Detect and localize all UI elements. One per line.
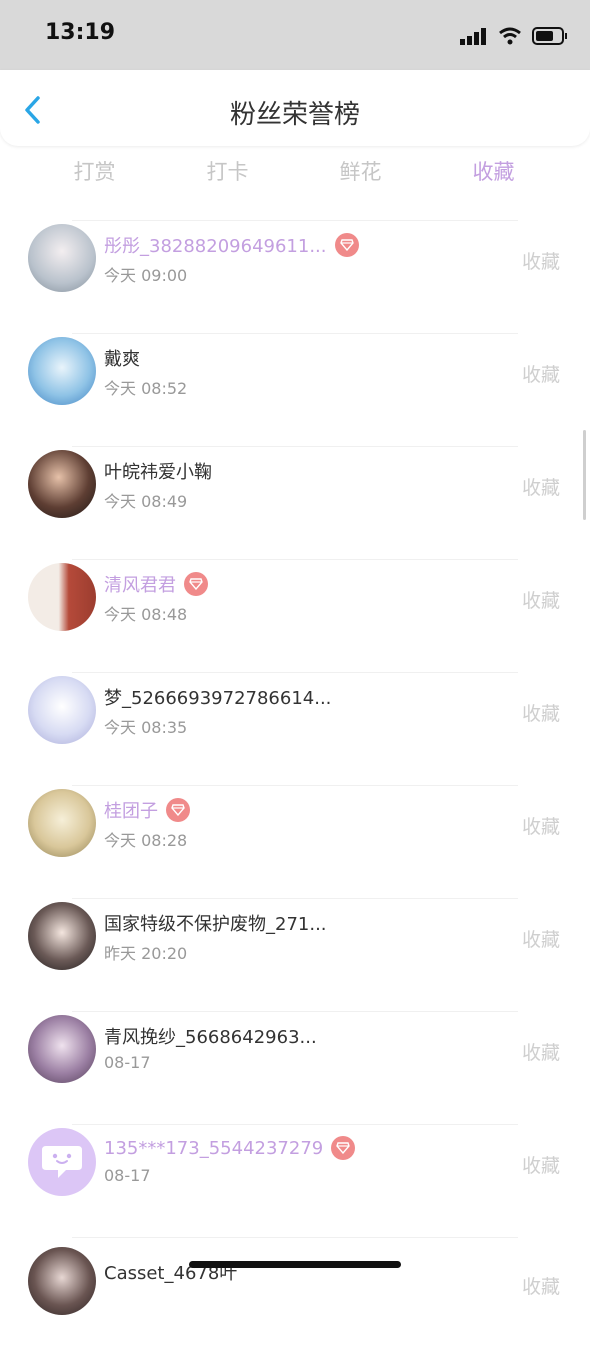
favorite-label: 收藏: [521, 251, 560, 273]
favorite-label: 收藏: [521, 703, 560, 725]
user-name: 清风君君: [104, 575, 176, 596]
divider: [72, 559, 518, 560]
name-line: 清风君君: [104, 571, 208, 597]
divider: [72, 1237, 518, 1238]
list-item[interactable]: 彤彤_38288209649611... 今天 09:00 收藏: [0, 220, 590, 333]
avatar[interactable]: [28, 337, 96, 405]
avatar[interactable]: [28, 563, 96, 631]
favorite-label: 收藏: [521, 590, 560, 612]
name-line: 135***173_5544237279: [104, 1136, 356, 1160]
time-stamp: 今天 08:35: [104, 718, 188, 737]
divider: [72, 1011, 518, 1012]
list-item[interactable]: 戴爽 今天 08:52 收藏: [0, 333, 590, 446]
user-name: 桂团子: [104, 801, 158, 822]
divider: [72, 333, 518, 334]
divider: [72, 785, 518, 786]
favorite-label: 收藏: [521, 1155, 560, 1177]
battery-icon: [532, 27, 567, 45]
time-stamp: 昨天 20:20: [104, 944, 188, 963]
diamond-badge-icon: [184, 572, 208, 596]
divider: [72, 898, 518, 899]
user-name: 梦_5266693972786614...: [104, 688, 332, 709]
favorite-label: 收藏: [521, 1042, 560, 1064]
avatar[interactable]: [28, 1247, 96, 1315]
scrollbar[interactable]: [583, 430, 586, 520]
list-item[interactable]: Casset_4678叶 收藏: [0, 1237, 590, 1350]
user-name: 彤彤_38288209649611...: [104, 236, 327, 257]
avatar[interactable]: [28, 789, 96, 857]
name-line: 国家特级不保护废物_271...: [104, 910, 327, 936]
tab-reward[interactable]: 打赏: [28, 156, 161, 186]
time-stamp: 今天 08:52: [104, 379, 188, 398]
list-item[interactable]: 桂团子 今天 08:28 收藏: [0, 785, 590, 898]
name-line: 彤彤_38288209649611...: [104, 232, 359, 258]
list-item[interactable]: 清风君君 今天 08:48 收藏: [0, 559, 590, 672]
diamond-badge-icon: [166, 798, 190, 822]
nav-bar: 粉丝荣誉榜: [0, 70, 590, 146]
favorite-label: 收藏: [521, 816, 560, 838]
list-item[interactable]: 国家特级不保护废物_271... 昨天 20:20 收藏: [0, 898, 590, 1011]
time-stamp: 今天 08:49: [104, 492, 188, 511]
diamond-badge-icon: [331, 1136, 356, 1160]
avatar[interactable]: [28, 450, 96, 518]
wifi-icon: [499, 27, 521, 45]
time-stamp: 今天 08:48: [104, 605, 188, 624]
time-stamp: 今天 09:00: [104, 266, 188, 285]
tab-checkin[interactable]: 打卡: [161, 156, 294, 186]
favorite-label: 收藏: [521, 364, 560, 386]
list-item[interactable]: 135***173_5544237279 08-17 收藏: [0, 1124, 590, 1237]
user-name: 青风挽纱_5668642963...: [104, 1027, 317, 1048]
time-stamp: 08-17: [104, 1053, 151, 1072]
name-line: 梦_5266693972786614...: [104, 684, 331, 710]
default-avatar-icon: [42, 1146, 82, 1178]
avatar[interactable]: [28, 224, 96, 292]
avatar[interactable]: [28, 1128, 96, 1196]
favorite-label: 收藏: [521, 1276, 560, 1298]
favorite-label: 收藏: [521, 477, 560, 499]
name-line: 戴爽: [104, 345, 140, 371]
tab-bar: 打赏 打卡 鲜花 收藏: [0, 156, 590, 196]
favorite-label: 收藏: [521, 929, 560, 951]
list-item[interactable]: 梦_5266693972786614... 今天 08:35 收藏: [0, 672, 590, 785]
name-line: 桂团子: [104, 797, 190, 823]
tab-flowers[interactable]: 鲜花: [294, 156, 427, 186]
user-name: 戴爽: [104, 349, 140, 370]
page-title: 粉丝荣誉榜: [229, 100, 360, 130]
signal-icon: [460, 28, 486, 45]
avatar[interactable]: [28, 1015, 96, 1083]
avatar[interactable]: [28, 902, 96, 970]
user-name: 国家特级不保护废物_271...: [104, 914, 327, 935]
avatar[interactable]: [28, 676, 96, 744]
list-item[interactable]: 青风挽纱_5668642963... 08-17 收藏: [0, 1011, 590, 1124]
status-time: 13:19: [45, 20, 116, 45]
divider: [72, 220, 518, 221]
user-name: 135***173_5544237279: [104, 1137, 324, 1159]
name-line: 青风挽纱_5668642963...: [104, 1023, 317, 1049]
time-stamp: 08-17: [104, 1166, 151, 1185]
divider: [72, 672, 518, 673]
name-line: 叶皖祎爱小鞠: [104, 458, 212, 484]
diamond-badge-icon: [334, 233, 359, 257]
time-stamp: 今天 08:28: [104, 831, 188, 850]
list-item[interactable]: 叶皖祎爱小鞠 今天 08:49 收藏: [0, 446, 590, 559]
divider: [72, 446, 518, 447]
status-bar: 13:19: [0, 0, 590, 70]
home-indicator[interactable]: [189, 1261, 401, 1268]
divider: [72, 1124, 518, 1125]
tab-favorites[interactable]: 收藏: [427, 156, 560, 186]
status-icons: [460, 24, 568, 48]
user-name: 叶皖祎爱小鞠: [104, 462, 212, 483]
